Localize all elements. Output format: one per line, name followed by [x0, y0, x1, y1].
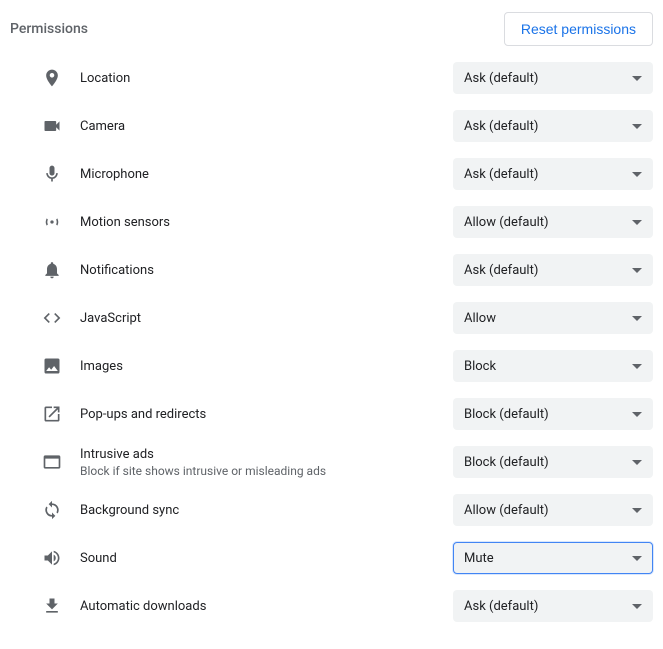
chevron-down-icon [632, 172, 642, 177]
permission-labelcol: Automatic downloads [80, 599, 453, 614]
permission-label: JavaScript [80, 311, 453, 326]
chevron-down-icon [632, 508, 642, 513]
popups-icon [40, 402, 64, 426]
permission-row-sound: Sound Mute [38, 534, 655, 582]
permission-select-value: Block (default) [464, 455, 549, 470]
permission-row-popups: Pop-ups and redirects Block (default) [38, 390, 655, 438]
permission-select-motion-sensors[interactable]: Allow (default) [453, 206, 653, 238]
permission-label: Background sync [80, 503, 453, 518]
location-icon [40, 66, 64, 90]
permission-label: Motion sensors [80, 215, 453, 230]
chevron-down-icon [632, 124, 642, 129]
permission-labelcol: Sound [80, 551, 453, 566]
chevron-down-icon [632, 268, 642, 273]
permission-select-value: Allow (default) [464, 503, 549, 518]
images-icon [40, 354, 64, 378]
permission-select-value: Allow [464, 311, 496, 326]
permission-select-camera[interactable]: Ask (default) [453, 110, 653, 142]
microphone-icon [40, 162, 64, 186]
chevron-down-icon [632, 412, 642, 417]
permission-labelcol: Notifications [80, 263, 453, 278]
permission-labelcol: Location [80, 71, 453, 86]
permission-row-javascript: JavaScript Allow [38, 294, 655, 342]
permission-row-notifications: Notifications Ask (default) [38, 246, 655, 294]
permissions-header: Permissions Reset permissions [0, 0, 663, 54]
permission-row-location: Location Ask (default) [38, 54, 655, 102]
chevron-down-icon [632, 76, 642, 81]
permission-label: Automatic downloads [80, 599, 453, 614]
chevron-down-icon [632, 316, 642, 321]
permission-select-background-sync[interactable]: Allow (default) [453, 494, 653, 526]
permission-select-notifications[interactable]: Ask (default) [453, 254, 653, 286]
permission-select-value: Block (default) [464, 407, 549, 422]
permission-labelcol: Motion sensors [80, 215, 453, 230]
permission-sublabel: Block if site shows intrusive or mislead… [80, 464, 453, 478]
permission-label: Intrusive ads [80, 447, 453, 462]
permission-select-javascript[interactable]: Allow [453, 302, 653, 334]
permission-select-location[interactable]: Ask (default) [453, 62, 653, 94]
permission-select-value: Ask (default) [464, 71, 538, 86]
permission-select-intrusive-ads[interactable]: Block (default) [453, 446, 653, 478]
permission-select-microphone[interactable]: Ask (default) [453, 158, 653, 190]
camera-icon [40, 114, 64, 138]
permission-row-images: Images Block [38, 342, 655, 390]
permission-label: Notifications [80, 263, 453, 278]
permission-label: Location [80, 71, 453, 86]
notifications-icon [40, 258, 64, 282]
permission-label: Microphone [80, 167, 453, 182]
permission-labelcol: Background sync [80, 503, 453, 518]
permission-labelcol: Images [80, 359, 453, 374]
permission-select-value: Block [464, 359, 496, 374]
chevron-down-icon [632, 604, 642, 609]
sound-icon [40, 546, 64, 570]
permission-row-camera: Camera Ask (default) [38, 102, 655, 150]
permission-labelcol: Camera [80, 119, 453, 134]
permission-labelcol: JavaScript [80, 311, 453, 326]
permission-select-value: Ask (default) [464, 263, 538, 278]
permissions-list: Location Ask (default) Camera Ask (default)… [0, 54, 663, 642]
permission-label: Images [80, 359, 453, 374]
permission-select-popups[interactable]: Block (default) [453, 398, 653, 430]
permission-select-value: Ask (default) [464, 119, 538, 134]
permission-select-sound[interactable]: Mute [453, 542, 653, 574]
permission-select-automatic-downloads[interactable]: Ask (default) [453, 590, 653, 622]
permission-labelcol: Pop-ups and redirects [80, 407, 453, 422]
javascript-icon [40, 306, 64, 330]
permission-labelcol: Microphone [80, 167, 453, 182]
permission-row-microphone: Microphone Ask (default) [38, 150, 655, 198]
sync-icon [40, 498, 64, 522]
permission-select-value: Ask (default) [464, 599, 538, 614]
permission-labelcol: Intrusive ads Block if site shows intrusi… [80, 447, 453, 478]
permission-row-intrusive-ads: Intrusive ads Block if site shows intrusi… [38, 438, 655, 486]
permission-select-value: Allow (default) [464, 215, 549, 230]
chevron-down-icon [632, 460, 642, 465]
permission-row-automatic-downloads: Automatic downloads Ask (default) [38, 582, 655, 630]
permission-select-value: Ask (default) [464, 167, 538, 182]
permission-row-background-sync: Background sync Allow (default) [38, 486, 655, 534]
chevron-down-icon [632, 364, 642, 369]
ads-icon [40, 450, 64, 474]
permission-label: Camera [80, 119, 453, 134]
motion-sensors-icon [40, 210, 64, 234]
permission-label: Pop-ups and redirects [80, 407, 453, 422]
permission-select-value: Mute [464, 551, 494, 566]
chevron-down-icon [632, 220, 642, 225]
permission-row-motion-sensors: Motion sensors Allow (default) [38, 198, 655, 246]
section-title: Permissions [10, 21, 88, 37]
reset-permissions-button[interactable]: Reset permissions [504, 12, 653, 46]
permission-label: Sound [80, 551, 453, 566]
downloads-icon [40, 594, 64, 618]
chevron-down-icon [632, 556, 642, 561]
permission-select-images[interactable]: Block [453, 350, 653, 382]
